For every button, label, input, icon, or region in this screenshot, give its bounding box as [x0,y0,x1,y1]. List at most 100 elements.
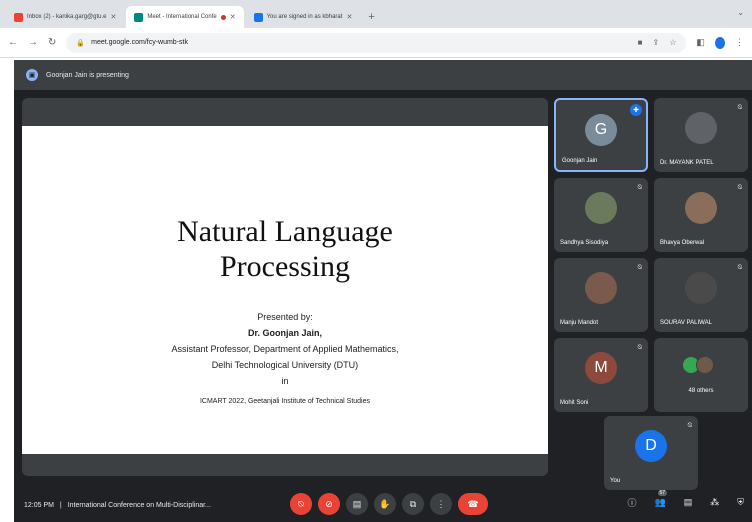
lock-icon: 🔒 [76,39,86,47]
address-bar-row: ← → ↻ 🔒 meet.google.com/fcy-wumb-stk ■ ⇪… [0,28,752,58]
mic-off-icon: ⍉ [298,498,304,509]
mic-off-icon: ⍉ [737,104,742,111]
avatar: D [635,430,667,462]
avatar [696,356,714,374]
meet-window: ▣ Goonjan Jain is presenting Natural Lan… [14,60,752,522]
avatar: M [585,352,617,384]
presenting-text: Goonjan Jain is presenting [46,71,129,79]
participant-tile[interactable]: G ✚ Goonjan Jain [554,98,648,172]
leave-call-button[interactable]: ☎ [458,493,488,515]
captions-button[interactable]: ▤ [346,493,368,515]
reload-icon[interactable]: ↻ [48,37,56,48]
slide-title: Natural Language [177,215,393,248]
pin-icon[interactable]: ✚ [630,104,642,116]
info-icon[interactable]: ⓘ [627,496,636,509]
mic-off-icon: ⍉ [737,264,742,271]
url-text: meet.google.com/fcy-wumb-stk [91,39,188,46]
participant-name: Bhavya Oberwal [660,240,705,246]
back-icon[interactable]: ← [8,37,18,48]
participant-tile[interactable]: ⍉ SOURAV PALIWAL [654,258,748,332]
participant-tile[interactable]: ⍉ Bhavya Oberwal [654,178,748,252]
mic-off-icon: ⍉ [637,344,642,351]
presentation-stage: Natural Language Processing Presented by… [22,98,548,476]
profile-avatar[interactable] [714,36,725,49]
mic-off-icon: ⍉ [637,184,642,191]
close-icon[interactable]: ✕ [230,13,236,21]
present-icon: ⧉ [409,498,417,509]
site-icon [253,12,263,22]
close-icon[interactable]: ✕ [346,13,352,21]
meeting-title: International Conference on Multi-Discip… [67,501,211,509]
participant-name: Mohit Soni [560,400,589,406]
present-button[interactable]: ⧉ [402,493,424,515]
slide-title-2: Processing [220,250,350,283]
forward-icon[interactable]: → [28,37,38,48]
participant-tile[interactable]: ⍉ Sandhya Sisodiya [554,178,648,252]
participant-name: SOURAV PALIWAL [660,320,712,326]
camera-toggle-button[interactable]: ⊘ [318,493,340,515]
presented-by: Presented by: [257,312,313,322]
participant-name: Sandhya Sisodiya [560,240,609,246]
others-tile[interactable]: 48 others [654,338,748,412]
star-icon[interactable]: ☆ [669,38,676,47]
others-avatars [682,356,714,374]
people-icon: 👥 [654,497,666,507]
menu-icon[interactable]: ⋮ [735,37,744,48]
tab-signed-in[interactable]: You are signed in as kbharat ✕ [246,6,361,28]
more-options-button[interactable]: ⋮ [430,493,452,515]
chat-icon[interactable]: ▤ [684,497,693,508]
clock-time: 12:05 PM [24,501,54,509]
presenter-role: Assistant Professor, Department of Appli… [171,344,399,354]
avatar [685,192,717,224]
people-count: 57 [657,490,668,496]
mic-off-icon: ⍉ [737,184,742,191]
participant-name: Goonjan Jain [562,158,598,164]
presenting-banner: ▣ Goonjan Jain is presenting [14,60,752,90]
activities-icon[interactable]: ⁂ [710,497,719,508]
more-icon: ⋮ [436,498,446,509]
participant-tile[interactable]: ⍉ Dr. MAYANK PATEL [654,98,748,172]
browser-tab-bar: Inbox (2) - kanika.garg@gtu.e ✕ Meet - I… [0,0,752,28]
avatar [685,272,717,304]
close-icon[interactable]: ✕ [110,13,116,21]
share-icon[interactable]: ⇪ [653,38,660,47]
participant-name: Manju Mandot [560,320,599,326]
people-button[interactable]: 57 👥 [654,490,668,508]
meeting-info: 12:05 PM | International Conference on M… [24,502,294,509]
mic-off-icon: ⍉ [687,422,692,429]
mic-off-icon: ⍉ [637,264,642,271]
participant-tile[interactable]: M ⍉ Mohit Soni [554,338,648,412]
sidepanel-icon[interactable]: ◧ [696,37,705,48]
recording-icon [220,14,226,20]
avatar [585,272,617,304]
chevron-down-icon[interactable]: ⌄ [737,8,744,17]
event-name: ICMART 2022, Geetanjali Institute of Tec… [199,398,371,405]
participant-tile[interactable]: ⍉ Manju Mandot [554,258,648,332]
tab-meet[interactable]: Meet - International Confe ✕ [126,6,244,28]
gmail-icon [14,12,23,22]
separator: | [59,501,62,509]
presenter-name: Dr. Goonjan Jain, [247,328,322,338]
new-tab-button[interactable]: + [362,6,380,28]
side-controls: ⓘ 57 👥 ▤ ⁂ ⛨ [627,490,744,509]
others-count: 48 others [688,388,714,394]
tab-gmail[interactable]: Inbox (2) - kanika.garg@gtu.e ✕ [6,6,124,28]
tab-title: Inbox (2) - kanika.garg@gtu.e [27,14,107,20]
mic-toggle-button[interactable]: ⍉ [290,493,312,515]
camera-off-icon: ⊘ [325,498,333,509]
tab-title: Meet - International Confe [147,14,217,20]
call-controls: ⍉ ⊘ ▤ ✋ ⧉ ⋮ ☎ [290,493,488,515]
tab-title: You are signed in as kbharat [266,14,343,20]
self-tile[interactable]: D ⍉ You [604,416,698,490]
in-label: in [281,376,289,386]
omnibox-icons: ■ ⇪ ☆ [638,38,677,47]
participant-name: Dr. MAYANK PATEL [660,160,714,166]
avatar [685,112,717,144]
participant-name: You [610,478,621,484]
captions-icon: ▤ [352,498,362,509]
shield-icon[interactable]: ⛨ [737,497,744,508]
camera-icon[interactable]: ■ [638,38,643,47]
url-input[interactable]: 🔒 meet.google.com/fcy-wumb-stk ■ ⇪ ☆ [66,32,687,53]
university: Delhi Technological University (DTU) [211,360,359,370]
raise-hand-button[interactable]: ✋ [374,493,396,515]
